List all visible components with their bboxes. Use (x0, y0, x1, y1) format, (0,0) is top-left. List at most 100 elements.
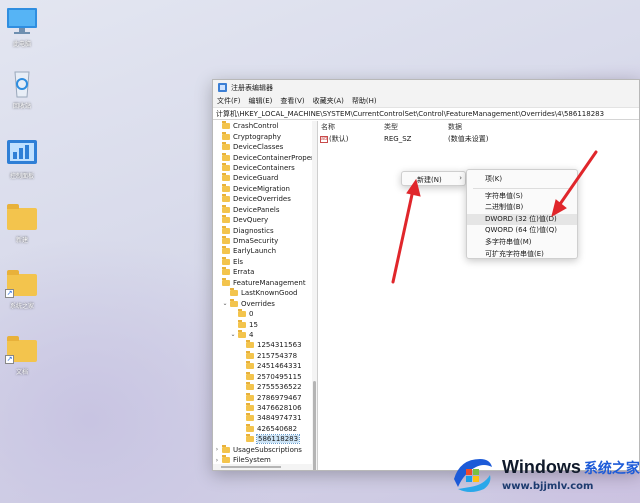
tree-item[interactable]: DevicePanels (213, 204, 317, 215)
tree-item-label: 215754378 (257, 351, 298, 360)
scrollbar-thumb[interactable] (313, 381, 316, 470)
menu-favorites[interactable]: 收藏夹(A) (313, 96, 344, 106)
desktop-icon-control-panel[interactable]: 控制面板 (3, 138, 41, 180)
tree-item[interactable]: 2755536522 (213, 382, 317, 392)
tree-item-label: DevicePanels (233, 205, 280, 214)
tree-item-label: UsageSubscriptions (233, 445, 302, 454)
tree-item[interactable]: 2570495115 (213, 371, 317, 382)
tree-item[interactable]: 3476628106 (213, 403, 317, 413)
folder-icon (246, 403, 254, 412)
value-row-default[interactable]: ab (默认) REG_SZ (数值未设置) (320, 134, 639, 144)
desktop-icon-new-folder[interactable]: 新建 (3, 202, 41, 244)
tree-item[interactable]: 215754378 (213, 350, 317, 361)
chevron-icon[interactable]: ⌄ (222, 300, 228, 307)
tree-item-label: DeviceContainerPropertyUpda (233, 153, 317, 162)
desktop-icon-documents[interactable]: ↗ 文档 (3, 334, 41, 376)
desktop-icon-label: 控制面板 (9, 173, 34, 180)
column-name[interactable]: 名称 (321, 122, 335, 132)
folder-icon (222, 236, 230, 245)
tree-item[interactable]: EarlyLaunch (213, 246, 317, 256)
tree-item[interactable]: DeviceGuard (213, 173, 317, 183)
folder-icon (222, 131, 230, 140)
tree-item[interactable]: › UsageSubscriptions (213, 444, 317, 455)
folder-icon (222, 173, 230, 182)
submenu-item-multi-string-value[interactable]: 多字符串值(M) (467, 237, 577, 249)
tree-item[interactable]: 1254311563 (213, 340, 317, 350)
window-title: 注册表编辑器 (231, 83, 273, 92)
folder-icon (246, 382, 254, 391)
tree-item[interactable]: DevQuery (213, 215, 317, 225)
folder-icon (222, 455, 230, 464)
scrollbar-thumb[interactable] (221, 466, 281, 468)
menu-item-new[interactable]: 新建(N) (417, 175, 442, 185)
tree-item[interactable]: FeatureManagement (213, 277, 317, 288)
tree-item[interactable]: 15 (213, 319, 317, 329)
tree-item-label: DeviceClasses (233, 143, 284, 152)
tree-item[interactable]: Els (213, 256, 317, 267)
submenu-item-dword-value[interactable]: DWORD (32 位)值(D) (467, 213, 577, 226)
tree-item[interactable]: DeviceContainers (213, 162, 317, 173)
folder-icon (238, 319, 246, 328)
tree-item[interactable]: DeviceClasses (213, 142, 317, 152)
menu-edit[interactable]: 编辑(E) (249, 96, 273, 106)
tree-item[interactable]: DeviceOverrides (213, 194, 317, 204)
tree-horizontal-scrollbar[interactable] (213, 464, 313, 470)
folder-icon (222, 152, 230, 161)
tree-item-label: 15 (249, 320, 258, 329)
chevron-icon[interactable]: › (214, 457, 220, 464)
tree-vertical-scrollbar[interactable] (312, 121, 317, 470)
submenu-item-qword-value[interactable]: QWORD (64 位)值(Q) (467, 225, 577, 237)
desktop-icon-system-home[interactable]: ↗ 系统之家 (3, 268, 41, 310)
folder-icon (246, 350, 254, 359)
desktop-icon-label: 回收站 (12, 103, 31, 110)
folder-icon (222, 215, 230, 224)
tree-item-label: DeviceContainers (233, 163, 295, 172)
menu-help[interactable]: 帮助(H) (352, 96, 377, 106)
string-value-icon: ab (320, 135, 328, 143)
submenu-item-key[interactable]: 项(K) (467, 174, 577, 186)
tree-item-label: DeviceOverrides (233, 195, 291, 204)
tree-item[interactable]: DmaSecurity (213, 236, 317, 246)
submenu-item-expandable-string-value[interactable]: 可扩充字符串值(E) (467, 249, 577, 261)
desktop-icon-this-pc[interactable]: 此电脑 (3, 6, 41, 48)
title-bar[interactable]: 注册表编辑器 (213, 80, 639, 95)
menu-view[interactable]: 查看(V) (280, 96, 304, 106)
desktop-icon-label: 新建 (15, 237, 28, 244)
menu-file[interactable]: 文件(F) (217, 96, 241, 106)
chevron-icon[interactable]: › (214, 446, 220, 453)
chevron-icon[interactable]: ⌄ (230, 331, 236, 338)
tree-item[interactable]: 2451464331 (213, 361, 317, 371)
tree-item[interactable]: 2786979467 (213, 392, 317, 402)
watermark: Windows 系统之家 www.bjjmlv.com (450, 447, 640, 503)
folder-icon (222, 225, 230, 234)
folder-icon (246, 392, 254, 401)
tree-item[interactable]: 426540682 (213, 423, 317, 434)
tree-item-label: Els (233, 257, 244, 266)
tree-item[interactable]: Diagnostics (213, 225, 317, 235)
tree-item[interactable]: Errata (213, 267, 317, 277)
tree-item[interactable]: LastKnownGood (213, 288, 317, 298)
registry-editor-window[interactable]: 注册表编辑器 文件(F) 编辑(E) 查看(V) 收藏夹(A) 帮助(H) 计算… (212, 79, 640, 471)
tree-item[interactable]: Cryptography (213, 131, 317, 141)
tree-item[interactable]: 0 (213, 309, 317, 319)
desktop-icon-recycle-bin[interactable]: 回收站 (3, 68, 41, 110)
tree-item[interactable]: 586118283 (213, 434, 317, 445)
submenu-item-binary-value[interactable]: 二进制值(B) (467, 202, 577, 214)
tree-item[interactable]: DeviceContainerPropertyUpda (213, 152, 317, 162)
tree-item-label: FeatureManagement (233, 278, 306, 287)
folder-icon (5, 202, 39, 232)
tree-item-label: DmaSecurity (233, 237, 279, 246)
tree-item[interactable]: ⌄ 4 (213, 329, 317, 340)
tree-item[interactable]: 3484974731 (213, 413, 317, 423)
watermark-url: www.bjjmlv.com (502, 481, 594, 492)
tree-item[interactable]: ⌄ Overrides (213, 298, 317, 308)
tree-item[interactable]: DeviceMigration (213, 183, 317, 194)
column-type[interactable]: 类型 (384, 122, 398, 132)
address-bar[interactable]: 计算机\HKEY_LOCAL_MACHINE\SYSTEM\CurrentCon… (213, 107, 639, 120)
tree-item-label: LastKnownGood (241, 289, 298, 298)
submenu-item-string-value[interactable]: 字符串值(S) (467, 191, 577, 203)
tree-item[interactable]: CrashControl (213, 121, 317, 131)
column-data[interactable]: 数据 (448, 122, 462, 132)
tree-item-label: 4 (249, 330, 254, 339)
tree-item-label: 426540682 (257, 424, 298, 433)
